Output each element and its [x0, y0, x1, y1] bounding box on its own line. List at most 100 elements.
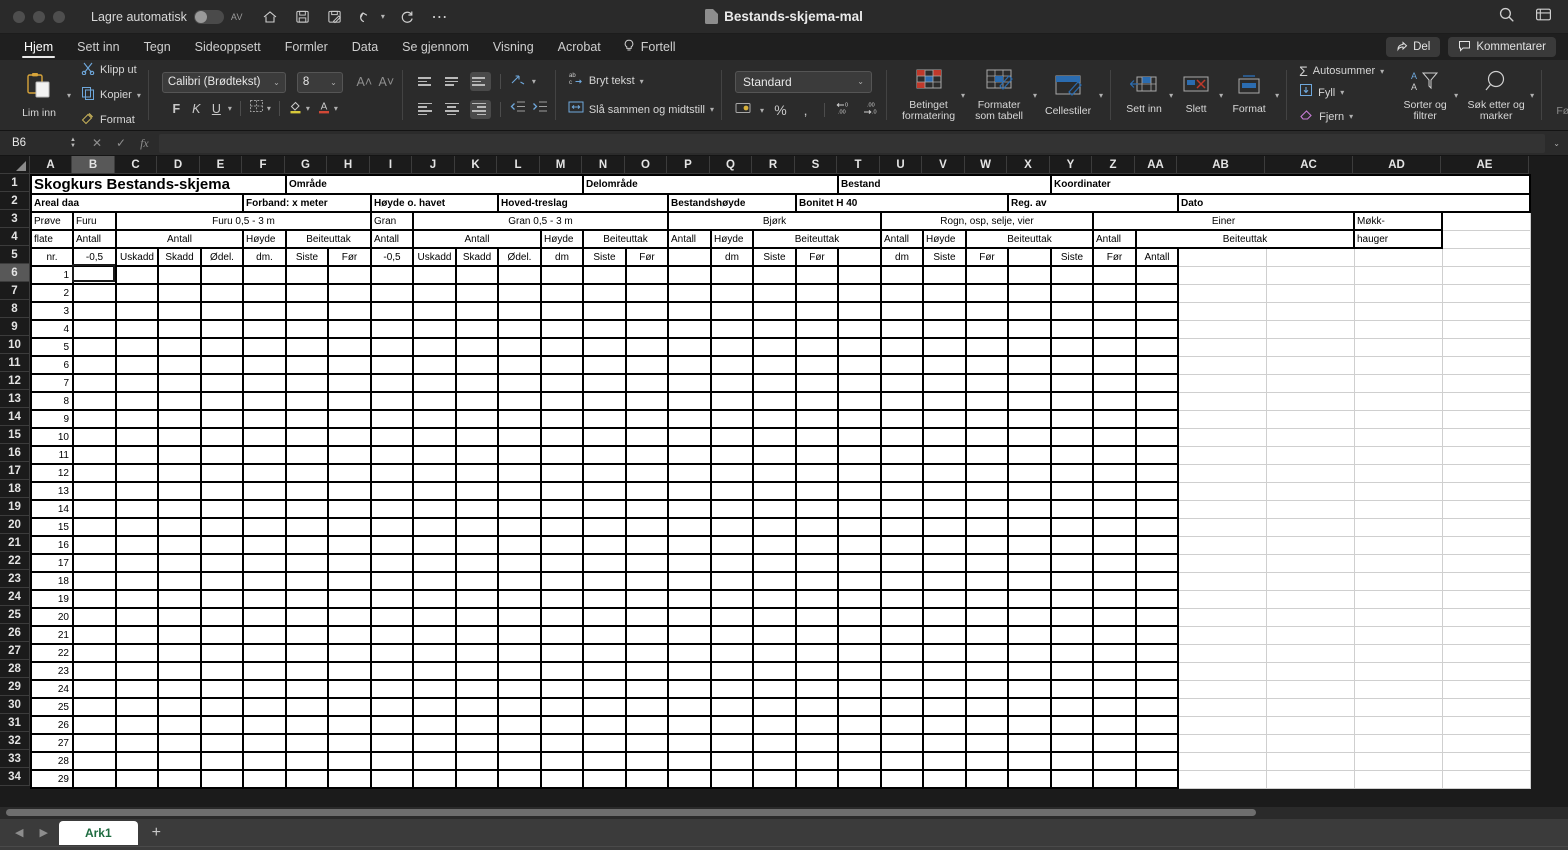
data-cell[interactable] [965, 625, 1009, 645]
data-cell[interactable] [710, 499, 754, 519]
data-cell[interactable] [752, 445, 797, 465]
data-cell[interactable] [1007, 319, 1052, 339]
sheet-row-17[interactable]: 12 [30, 463, 1531, 483]
data-cell[interactable] [455, 481, 499, 501]
data-cell[interactable] [710, 517, 754, 537]
data-cell[interactable] [72, 265, 117, 285]
data-cell[interactable] [582, 589, 627, 609]
data-cell[interactable] [752, 319, 797, 339]
data-cell[interactable] [965, 337, 1009, 357]
cell-blank[interactable] [1353, 355, 1443, 375]
data-cell[interactable] [795, 679, 839, 699]
cell-blank[interactable] [1265, 625, 1355, 645]
data-cell[interactable] [625, 283, 669, 303]
data-cell[interactable] [582, 337, 627, 357]
data-cell[interactable] [200, 517, 244, 537]
data-cell[interactable] [965, 283, 1009, 303]
data-cell[interactable] [242, 319, 287, 339]
format-cells-button[interactable]: Format [1226, 75, 1272, 115]
header-cell[interactable]: Reg. av [1007, 193, 1179, 213]
data-cell[interactable] [327, 733, 372, 753]
data-cell[interactable] [200, 715, 244, 735]
data-cell[interactable] [115, 409, 159, 429]
data-cell[interactable] [370, 337, 414, 357]
data-cell[interactable] [115, 427, 159, 447]
data-cell[interactable] [582, 481, 627, 501]
data-cell[interactable] [582, 679, 627, 699]
cell-blank[interactable] [1353, 265, 1443, 285]
cell-blank[interactable] [1265, 373, 1355, 393]
row-header-11[interactable]: 11 [0, 354, 30, 372]
data-cell[interactable] [242, 391, 287, 411]
data-cell[interactable] [625, 571, 669, 591]
data-cell[interactable] [72, 373, 117, 393]
data-cell[interactable] [370, 427, 414, 447]
data-cell[interactable] [1135, 481, 1179, 501]
sheet-row-7[interactable]: 2 [30, 283, 1531, 303]
ribbon-tab-bar[interactable]: Hjem Sett inn Tegn Sideoppsett Formler D… [0, 34, 1568, 60]
data-cell[interactable] [922, 355, 967, 375]
row-number-cell[interactable]: 15 [30, 517, 74, 537]
save-icon[interactable] [293, 7, 312, 26]
header-cell[interactable]: Beiteuttak [965, 229, 1094, 249]
data-cell[interactable] [72, 337, 117, 357]
data-cell[interactable] [285, 265, 329, 285]
header-cell[interactable]: Beiteuttak [285, 229, 372, 249]
data-cell[interactable] [922, 625, 967, 645]
column-header-ad[interactable]: AD [1353, 156, 1441, 174]
tab-visning[interactable]: Visning [481, 34, 546, 60]
cell-blank[interactable] [1177, 571, 1267, 591]
data-cell[interactable] [200, 427, 244, 447]
data-cell[interactable] [200, 373, 244, 393]
data-cell[interactable] [837, 607, 882, 627]
data-cell[interactable] [1050, 607, 1094, 627]
cell-blank[interactable] [1353, 625, 1443, 645]
data-cell[interactable] [540, 733, 584, 753]
data-cell[interactable] [242, 481, 287, 501]
data-cell[interactable] [1135, 517, 1179, 537]
cell-blank[interactable] [1177, 697, 1267, 717]
data-cell[interactable] [327, 355, 372, 375]
underline-button[interactable]: U [208, 102, 225, 116]
data-cell[interactable] [1050, 715, 1094, 735]
data-cell[interactable] [667, 319, 712, 339]
data-cell[interactable] [965, 697, 1009, 717]
data-cell[interactable] [72, 751, 117, 771]
data-cell[interactable] [837, 337, 882, 357]
data-cell[interactable] [72, 409, 117, 429]
cell-blank[interactable] [1441, 733, 1531, 753]
paste-button[interactable]: Lim inn [13, 72, 65, 119]
data-cell[interactable] [1007, 769, 1052, 789]
header-cell[interactable]: -0,5 [370, 247, 414, 267]
data-cell[interactable] [1092, 571, 1137, 591]
data-cell[interactable] [72, 445, 117, 465]
data-cell[interactable] [200, 481, 244, 501]
data-cell[interactable] [710, 571, 754, 591]
data-cell[interactable] [242, 679, 287, 699]
data-cell[interactable] [795, 391, 839, 411]
data-cell[interactable] [157, 589, 202, 609]
data-cell[interactable] [497, 481, 542, 501]
data-cell[interactable] [157, 517, 202, 537]
cell-blank[interactable] [1441, 373, 1531, 393]
data-cell[interactable] [625, 553, 669, 573]
data-cell[interactable] [965, 679, 1009, 699]
data-cell[interactable] [1135, 715, 1179, 735]
cells-area[interactable]: Skogkurs Bestands-skjema Område Delområde B… [30, 174, 1568, 807]
row-header-3[interactable]: 3 [0, 210, 30, 228]
data-cell[interactable] [1092, 625, 1137, 645]
data-cell[interactable] [540, 445, 584, 465]
data-cell[interactable] [752, 463, 797, 483]
sheet-row-26[interactable]: 21 [30, 625, 1531, 645]
data-cell[interactable] [72, 697, 117, 717]
data-cell[interactable] [1007, 643, 1052, 663]
cell-blank[interactable] [1353, 715, 1443, 735]
column-header-i[interactable]: I [370, 156, 412, 174]
data-cell[interactable] [667, 679, 712, 699]
row-number-cell[interactable]: 2 [30, 283, 74, 303]
decrease-indent-icon[interactable] [510, 100, 526, 118]
cell-blank[interactable] [1265, 427, 1355, 447]
data-cell[interactable] [72, 715, 117, 735]
row-number-cell[interactable]: 25 [30, 697, 74, 717]
data-cell[interactable] [667, 283, 712, 303]
